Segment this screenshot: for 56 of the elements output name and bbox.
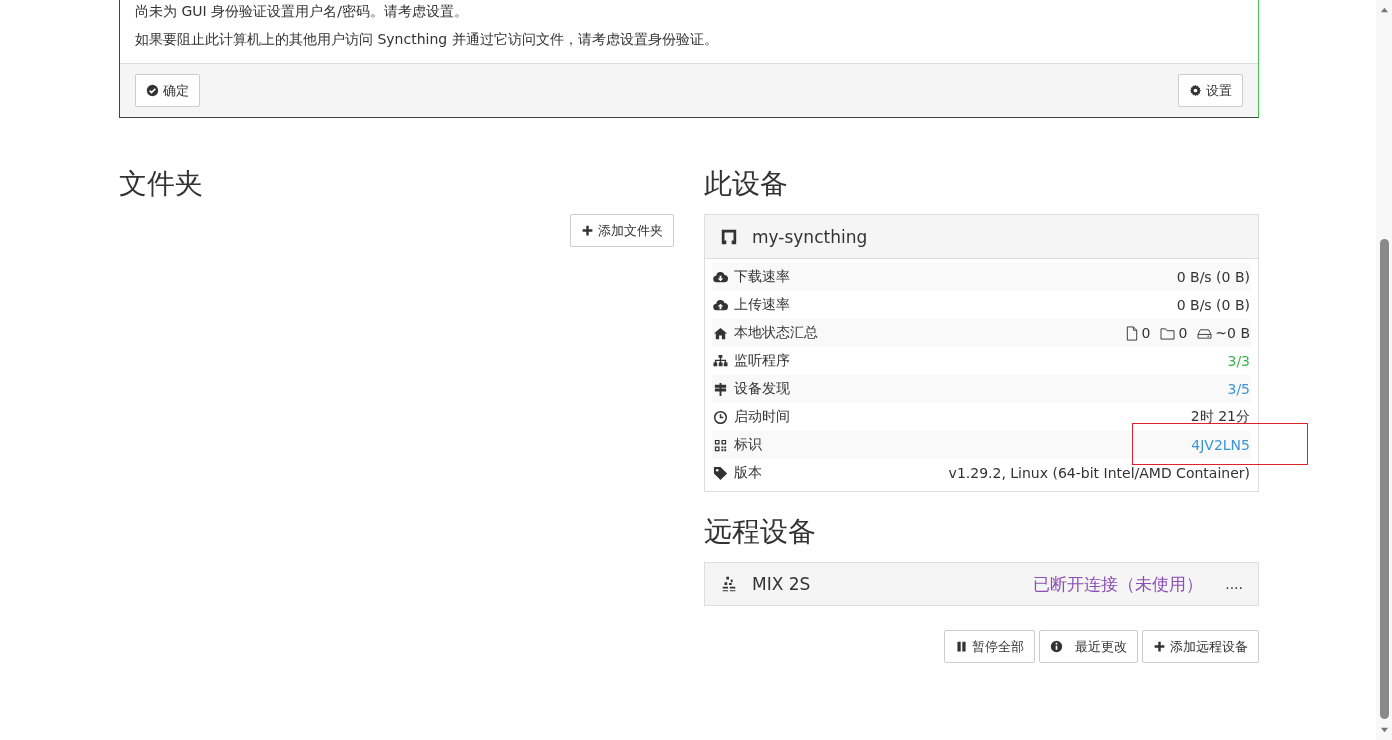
stat-label: 上传速率 bbox=[734, 296, 791, 314]
stat-value: v1.29.2, Linux (64-bit Intel/AMD Container) bbox=[948, 465, 1250, 481]
qrcode-icon bbox=[713, 437, 728, 453]
home-icon bbox=[713, 325, 728, 341]
scroll-thumb[interactable] bbox=[1379, 239, 1389, 719]
identicon-icon bbox=[720, 575, 738, 593]
upload-icon bbox=[713, 297, 728, 313]
folder-icon bbox=[1160, 326, 1176, 340]
add-folder-button[interactable]: 添加文件夹 bbox=[570, 214, 674, 247]
stat-value: 2时 21分 bbox=[1190, 408, 1250, 426]
stat-label: 本地状态汇总 bbox=[734, 324, 819, 342]
notice-text: 尚未为 GUI 身份验证设置用户名/密码。请考虑设置。 bbox=[135, 2, 469, 21]
sitemap-icon bbox=[713, 353, 728, 369]
stat-label: 版本 bbox=[734, 464, 763, 482]
folder-count: 0 bbox=[1178, 325, 1188, 341]
device-extra: .... bbox=[1225, 576, 1243, 592]
pause-all-button[interactable]: 暂停全部 bbox=[944, 630, 1035, 663]
plus-icon bbox=[581, 224, 594, 237]
stat-label: 监听程序 bbox=[734, 352, 791, 370]
clock-icon bbox=[713, 409, 728, 425]
add-device-button[interactable]: 添加远程设备 bbox=[1142, 630, 1259, 663]
tag-icon bbox=[713, 465, 728, 481]
pause-icon bbox=[955, 640, 968, 653]
settings-button[interactable]: 设置 bbox=[1178, 74, 1243, 107]
storage-size: ~0 B bbox=[1215, 325, 1250, 341]
stat-value: 3/5 bbox=[1227, 381, 1250, 397]
device-name: my-syncthing bbox=[752, 226, 868, 247]
stat-label: 下载速率 bbox=[734, 268, 791, 286]
scrollbar[interactable] bbox=[1376, 0, 1392, 740]
file-count: 0 bbox=[1141, 325, 1151, 341]
stat-value: 0 B/s (0 B) bbox=[1176, 297, 1250, 313]
drive-icon bbox=[1197, 326, 1213, 340]
stat-label: 标识 bbox=[734, 436, 763, 454]
check-circle-icon bbox=[146, 84, 159, 97]
section-heading: 此设备 bbox=[704, 166, 789, 202]
remote-device-panel[interactable]: MIX 2S 已断开连接（未使用） .... bbox=[704, 562, 1259, 606]
device-name: MIX 2S bbox=[752, 574, 811, 594]
plus-icon bbox=[1153, 640, 1166, 653]
ok-button[interactable]: 确定 bbox=[135, 74, 200, 107]
stat-value: 0 B/s (0 B) bbox=[1176, 269, 1250, 285]
gear-icon bbox=[1189, 84, 1202, 97]
recent-changes-button[interactable]: 最近更改 bbox=[1039, 630, 1138, 663]
scroll-down-icon[interactable] bbox=[1379, 725, 1389, 734]
stat-value: 3/3 bbox=[1227, 353, 1250, 369]
file-icon bbox=[1126, 325, 1139, 341]
stat-label: 启动时间 bbox=[734, 408, 791, 426]
section-heading: 文件夹 bbox=[119, 166, 204, 202]
notice-text: 如果要阻止此计算机上的其他用户访问 Syncthing 并通过它访问文件，请考虑设置身份验证。 bbox=[135, 30, 719, 49]
info-icon bbox=[1050, 640, 1063, 653]
signpost-icon bbox=[713, 381, 728, 397]
stat-label: 设备发现 bbox=[734, 380, 791, 398]
section-heading: 远程设备 bbox=[704, 514, 817, 550]
scroll-up-icon[interactable] bbox=[1379, 6, 1389, 15]
device-icon bbox=[720, 227, 738, 246]
stat-value: 4JV2LN5 bbox=[1191, 437, 1250, 453]
device-status: 已断开连接（未使用） bbox=[1033, 572, 1204, 596]
